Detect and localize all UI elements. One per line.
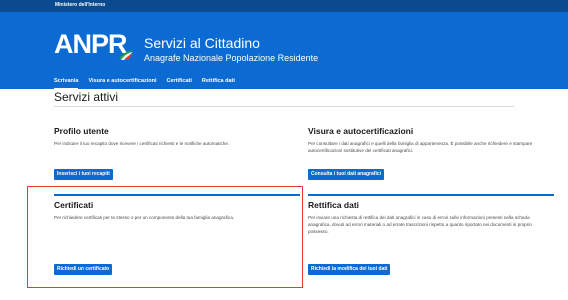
consulta-dati-button[interactable]: Consulta i tuoi dati anagrafici (308, 169, 385, 180)
site-title: Servizi al Cittadino (144, 35, 260, 51)
site-subtitle: Anagrafe Nazionale Popolazione Residente (144, 53, 319, 63)
card-title: Profilo utente (54, 126, 109, 136)
nav-item-rettifica[interactable]: Rettifica dati (202, 77, 235, 89)
nav-item-visura[interactable]: Visura e autocertificazioni (88, 77, 156, 89)
main-nav: Scrivania Visura e autocertificazioni Ce… (54, 77, 235, 89)
italian-flag-swoosh-icon (119, 50, 133, 60)
card-accent-bar (308, 194, 554, 196)
site-header: ANPR Servizi al Cittadino Anagrafe Nazio… (0, 12, 568, 89)
nav-item-certificati[interactable]: Certificati (167, 77, 192, 89)
card-title: Rettifica dati (308, 200, 360, 210)
card-profilo-utente: Profilo utente Per indicare il tuo recap… (54, 120, 300, 180)
card-description: Per consultare i dati anagrafici e quell… (308, 141, 533, 153)
nav-item-scrivania[interactable]: Scrivania (54, 77, 79, 89)
card-title: Visura e autocertificazioni (308, 126, 414, 136)
card-visura: Visura e autocertificazioni Per consulta… (308, 120, 554, 180)
title-divider (54, 106, 514, 107)
logo-text: ANPR (54, 29, 128, 59)
card-description: Per indicare il tuo recapito dove riceve… (54, 141, 230, 146)
richiedi-modifica-button[interactable]: Richiedi la modifica dei tuoi dati (308, 264, 391, 275)
card-description: Per inviare una richiesta di rettifica d… (308, 215, 532, 234)
card-rettifica: Rettifica dati Per inviare una richiesta… (308, 194, 554, 284)
anpr-logo[interactable]: ANPR (54, 29, 136, 69)
page-title: Servizi attivi (54, 90, 119, 104)
ministry-topbar: Ministero dell'Interno (0, 0, 568, 12)
inserisci-recapiti-button[interactable]: Inserisci i tuoi recapiti (54, 169, 113, 180)
highlight-box (27, 186, 303, 288)
ministry-label[interactable]: Ministero dell'Interno (55, 2, 105, 8)
